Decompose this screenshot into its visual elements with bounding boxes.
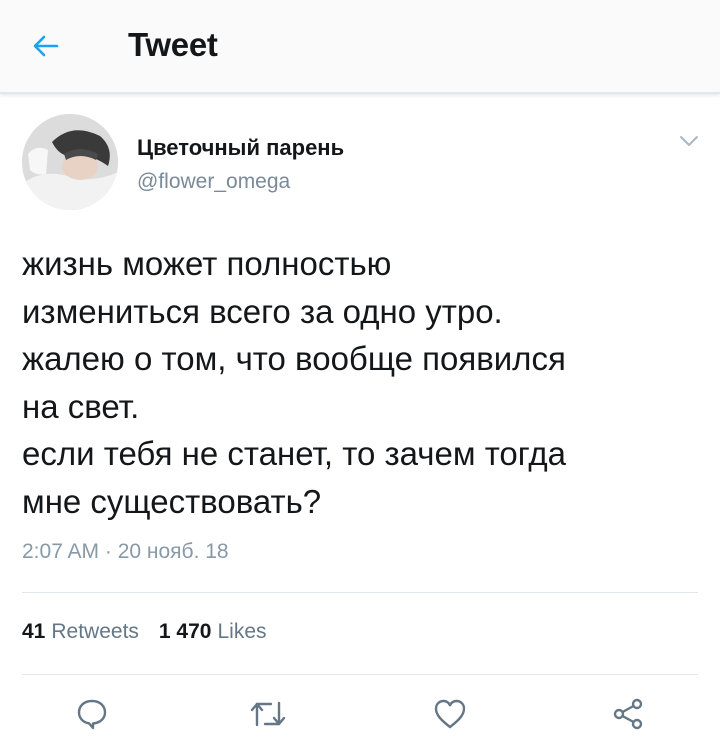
like-icon: [433, 698, 467, 730]
reply-button[interactable]: [72, 694, 112, 734]
author-display-name[interactable]: Цветочный парень: [137, 135, 344, 161]
divider: [22, 592, 698, 593]
share-icon: [611, 697, 645, 731]
retweet-button[interactable]: [248, 694, 288, 734]
retweets-count[interactable]: 41: [22, 620, 45, 644]
arrow-left-icon: [33, 35, 59, 57]
share-button[interactable]: [608, 694, 648, 734]
avatar[interactable]: [22, 114, 118, 210]
retweet-icon: [249, 699, 287, 729]
tweet-timestamp[interactable]: 2:07 AM · 20 нояб. 18: [22, 540, 229, 564]
retweets-label[interactable]: Retweets: [51, 620, 139, 644]
like-button[interactable]: [430, 694, 470, 734]
chevron-down-icon: [679, 135, 699, 147]
divider: [22, 674, 698, 675]
author-handle[interactable]: @flower_omega: [137, 170, 290, 194]
tweet-stats: 41 Retweets 1 470 Likes: [22, 620, 267, 644]
action-bar: [0, 690, 720, 740]
back-button[interactable]: [28, 28, 64, 64]
top-bar: Tweet: [0, 0, 720, 94]
likes-label[interactable]: Likes: [217, 620, 266, 644]
more-options-button[interactable]: [676, 128, 702, 154]
likes-count[interactable]: 1 470: [159, 620, 212, 644]
page-title: Tweet: [128, 26, 218, 63]
reply-icon: [75, 697, 109, 731]
avatar-photo: [22, 114, 118, 210]
tweet-text: жизнь может полностью измениться всего з…: [22, 245, 566, 520]
